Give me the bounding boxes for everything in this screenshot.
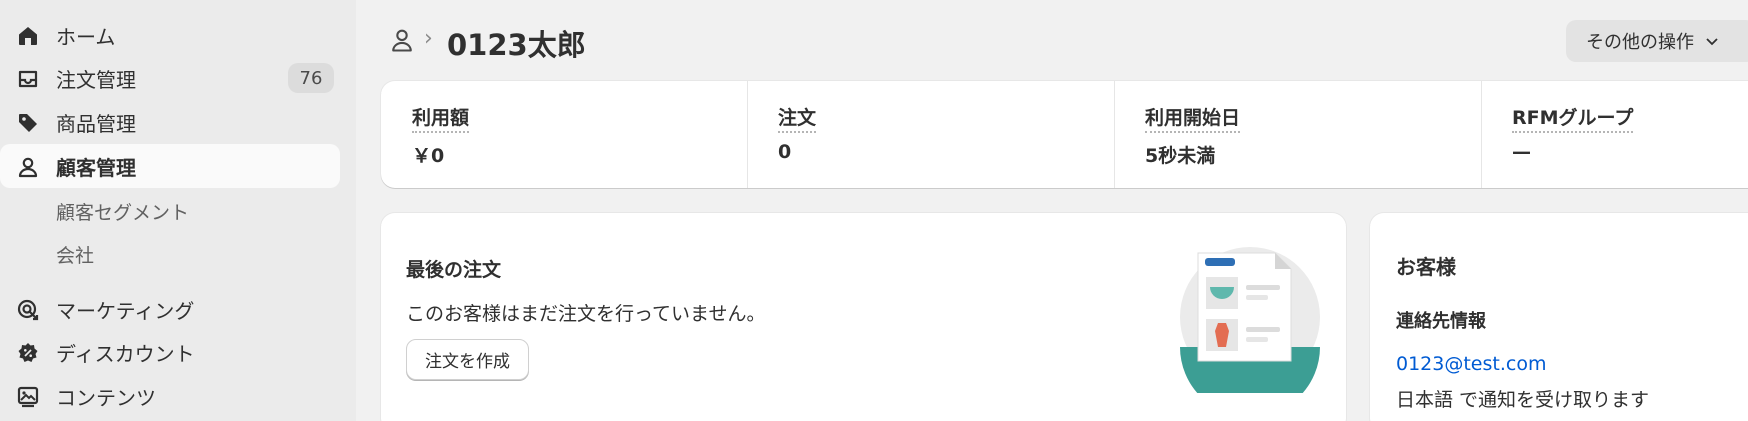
sidebar-item-marketing[interactable]: マーケティング xyxy=(0,287,340,331)
sidebar-subitem-companies[interactable]: 会社 xyxy=(56,241,94,268)
sidebar-item-label: 商品管理 xyxy=(56,111,136,136)
customer-card-title: お客様 xyxy=(1396,255,1456,279)
stat-label[interactable]: 利用開始日 xyxy=(1145,103,1241,133)
stat-label[interactable]: RFMグループ xyxy=(1512,103,1634,133)
customer-card: お客様 連絡先情報 0123@test.com 日本語 で通知を受け取ります xyxy=(1370,213,1748,421)
stat-value: — xyxy=(1512,141,1531,163)
sidebar-item-products[interactable]: 商品管理 xyxy=(0,100,340,144)
create-order-button[interactable]: 注文を作成 xyxy=(406,339,529,380)
person-icon xyxy=(392,29,412,52)
stat-orders: 注文 0 xyxy=(747,81,1114,188)
stat-amount-spent: 利用額 ￥0 xyxy=(381,81,747,188)
stat-rfm-group: RFMグループ — xyxy=(1481,81,1748,188)
sidebar-item-label: 注文管理 xyxy=(56,67,136,92)
sidebar: ホーム 注文管理 76 商品管理 顧客管理 顧客セグメント 会社 マーケティング… xyxy=(0,0,356,421)
sidebar-item-label: コンテンツ xyxy=(56,385,156,410)
content-icon xyxy=(17,386,39,408)
customer-stats-card: 利用額 ￥0 注文 0 利用開始日 5秒未満 RFMグループ — xyxy=(381,81,1748,188)
last-order-title: 最後の注文 xyxy=(406,259,502,281)
tag-icon xyxy=(19,114,37,132)
home-icon xyxy=(19,27,37,45)
discount-icon xyxy=(18,343,38,362)
sidebar-item-content[interactable]: コンテンツ xyxy=(0,374,340,418)
sidebar-item-label: ディスカウント xyxy=(56,341,195,366)
orders-count-badge: 76 xyxy=(288,63,334,93)
sidebar-item-discounts[interactable]: ディスカウント xyxy=(0,330,340,374)
page-title: 0123太郎 xyxy=(447,28,586,62)
sidebar-item-orders[interactable]: 注文管理 76 xyxy=(0,56,340,100)
last-order-card: 最後の注文 このお客様はまだ注文を行っていません。 注文を作成 xyxy=(381,213,1346,421)
chevron-down-icon xyxy=(1706,38,1718,46)
contact-info-title: 連絡先情報 xyxy=(1396,311,1486,332)
more-actions-label: その他の操作 xyxy=(1586,32,1694,53)
stat-label[interactable]: 利用額 xyxy=(412,103,470,133)
stat-label[interactable]: 注文 xyxy=(778,103,817,133)
stat-value: 0 xyxy=(778,141,792,163)
inbox-icon xyxy=(18,70,38,88)
notification-language-text: 日本語 で通知を受け取ります xyxy=(1396,389,1650,411)
stat-customer-since: 利用開始日 5秒未満 xyxy=(1114,81,1481,188)
sidebar-item-label: マーケティング xyxy=(56,298,195,323)
more-actions-button[interactable]: その他の操作 xyxy=(1566,20,1748,62)
breadcrumb-chevron-icon: › xyxy=(424,26,433,51)
sidebar-item-home[interactable]: ホーム xyxy=(0,13,340,57)
customer-email-link[interactable]: 0123@test.com xyxy=(1396,353,1546,375)
stat-value: 5秒未満 xyxy=(1145,145,1216,167)
person-icon xyxy=(18,157,38,178)
target-icon xyxy=(17,299,39,321)
stat-value: ￥0 xyxy=(412,145,445,167)
last-order-empty-text: このお客様はまだ注文を行っていません。 xyxy=(406,303,766,325)
empty-orders-illustration xyxy=(1180,247,1320,393)
sidebar-item-customers[interactable]: 顧客管理 xyxy=(0,144,340,188)
sidebar-item-label: 顧客管理 xyxy=(56,155,136,180)
sidebar-item-label: ホーム xyxy=(56,24,116,49)
sidebar-subitem-customer-segments[interactable]: 顧客セグメント xyxy=(56,198,189,225)
